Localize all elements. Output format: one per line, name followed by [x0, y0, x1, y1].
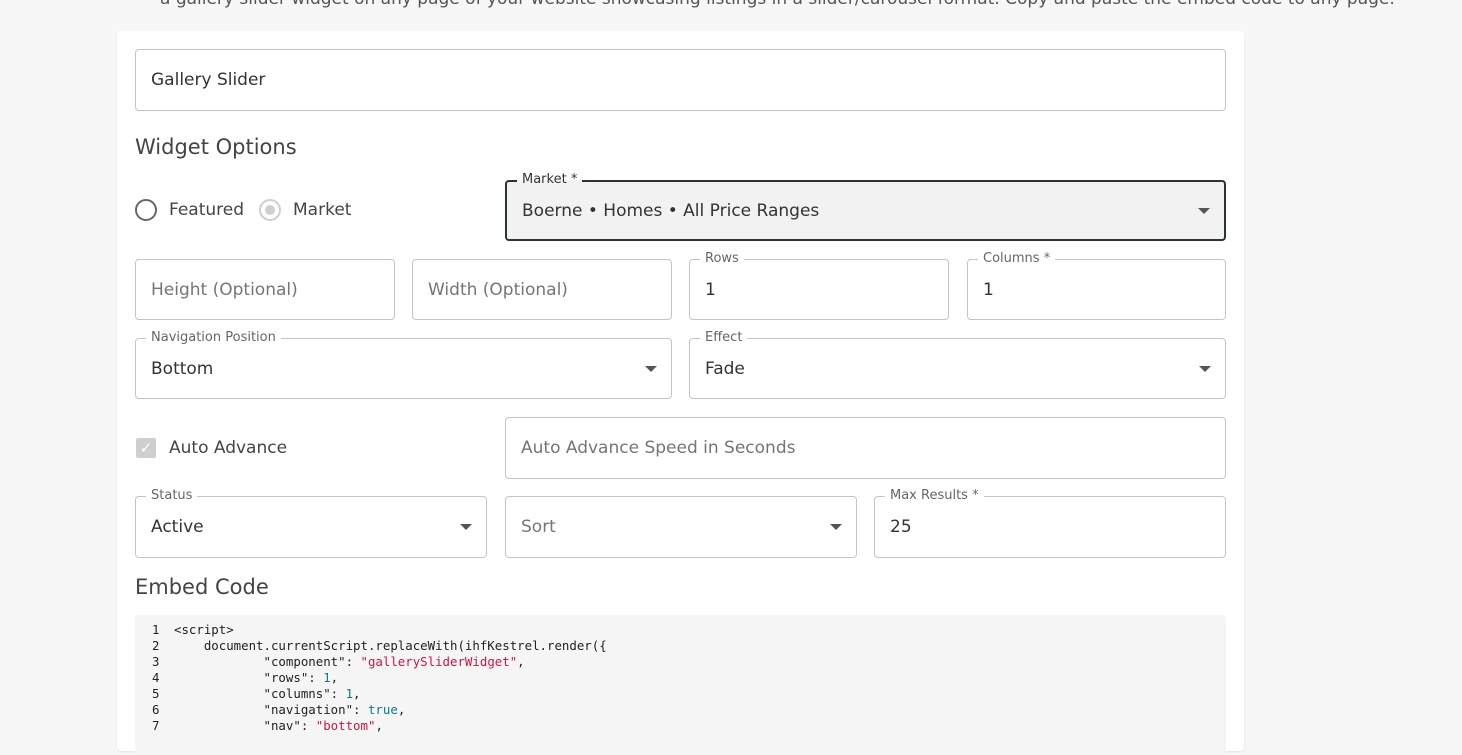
height-field[interactable]: Height (Optional)	[135, 259, 395, 320]
auto-advance-label: Auto Advance	[169, 438, 288, 458]
sort-placeholder: Sort	[521, 517, 556, 537]
auto-advance-checkbox[interactable]: ✓	[136, 438, 156, 458]
chevron-down-icon	[645, 365, 657, 372]
market-radio-label: Market	[293, 200, 352, 220]
code-line: 4 "rows": 1,	[135, 670, 1226, 686]
line-number: 4	[152, 670, 160, 685]
rows-label: Rows	[700, 251, 744, 267]
navigation-position-label: Navigation Position	[146, 330, 281, 346]
widget-options-heading: Widget Options	[135, 135, 297, 159]
effect-value: Fade	[705, 358, 745, 379]
width-field[interactable]: Width (Optional)	[412, 259, 672, 320]
navigation-position-select[interactable]: Navigation Position Bottom	[135, 330, 672, 399]
embed-code-heading: Embed Code	[135, 575, 269, 599]
widget-form-card: Gallery Slider Widget Options Featured M…	[117, 31, 1244, 755]
code-line: 3 "component": "gallerySliderWidget",	[135, 654, 1226, 670]
featured-radio-label: Featured	[169, 200, 245, 220]
effect-label: Effect	[700, 330, 748, 346]
code-line: 7 "nav": "bottom",	[135, 718, 1226, 734]
chevron-down-icon	[1199, 365, 1211, 372]
code-text: "nav": "bottom",	[174, 718, 383, 733]
check-icon: ✓	[139, 439, 153, 457]
columns-value: 1	[983, 279, 994, 300]
code-text: document.currentScript.replaceWith(ihfKe…	[174, 638, 607, 653]
max-results-label: Max Results *	[885, 488, 984, 504]
sort-select[interactable]: Sort	[505, 496, 857, 558]
embed-code-block[interactable]: 1 <script> 2 document.currentScript.replac…	[135, 615, 1226, 755]
market-select[interactable]: Market * Boerne • Homes • All Price Rang…	[505, 172, 1226, 241]
line-number: 3	[152, 654, 160, 669]
code-line: 5 "columns": 1,	[135, 686, 1226, 702]
auto-advance-speed-field[interactable]: Auto Advance Speed in Seconds	[505, 417, 1226, 479]
columns-field[interactable]: Columns * 1	[967, 251, 1226, 320]
code-text: "navigation": true,	[174, 702, 406, 717]
widget-name-value: Gallery Slider	[151, 70, 266, 90]
line-number: 7	[152, 718, 160, 733]
chevron-down-icon	[460, 524, 472, 530]
market-radio[interactable]	[259, 199, 281, 221]
market-select-label: Market *	[517, 172, 583, 188]
navigation-position-value: Bottom	[151, 358, 214, 379]
featured-radio[interactable]	[135, 199, 157, 221]
width-placeholder: Width (Optional)	[428, 279, 568, 300]
code-line: 1 <script>	[135, 622, 1226, 638]
code-text: "component": "gallerySliderWidget",	[174, 654, 525, 669]
status-label: Status	[146, 488, 198, 504]
line-number: 2	[152, 638, 160, 653]
chevron-down-icon	[1198, 207, 1210, 214]
height-placeholder: Height (Optional)	[151, 279, 298, 300]
max-results-value: 25	[890, 517, 912, 537]
max-results-field[interactable]: Max Results * 25	[874, 488, 1226, 558]
market-select-value: Boerne • Homes • All Price Ranges	[522, 200, 820, 221]
code-line: 2 document.currentScript.replaceWith(ihf…	[135, 638, 1226, 654]
code-text: <script>	[174, 622, 234, 637]
line-number: 6	[152, 702, 160, 717]
chevron-down-icon	[830, 524, 842, 530]
widget-name-field[interactable]: Gallery Slider	[135, 49, 1226, 111]
auto-advance-speed-placeholder: Auto Advance Speed in Seconds	[521, 438, 796, 458]
intro-text: a gallery slider widget on any page of y…	[160, 0, 1395, 9]
line-number: 5	[152, 686, 160, 701]
code-text: "columns": 1,	[174, 686, 361, 701]
code-line: 6 "navigation": true,	[135, 702, 1226, 718]
rows-field[interactable]: Rows 1	[689, 251, 949, 320]
rows-value: 1	[705, 279, 716, 300]
line-number: 1	[152, 622, 160, 637]
status-select[interactable]: Status Active	[135, 488, 487, 558]
status-value: Active	[151, 517, 204, 537]
columns-label: Columns *	[978, 251, 1056, 267]
code-text: "rows": 1,	[174, 670, 339, 685]
effect-select[interactable]: Effect Fade	[689, 330, 1226, 399]
